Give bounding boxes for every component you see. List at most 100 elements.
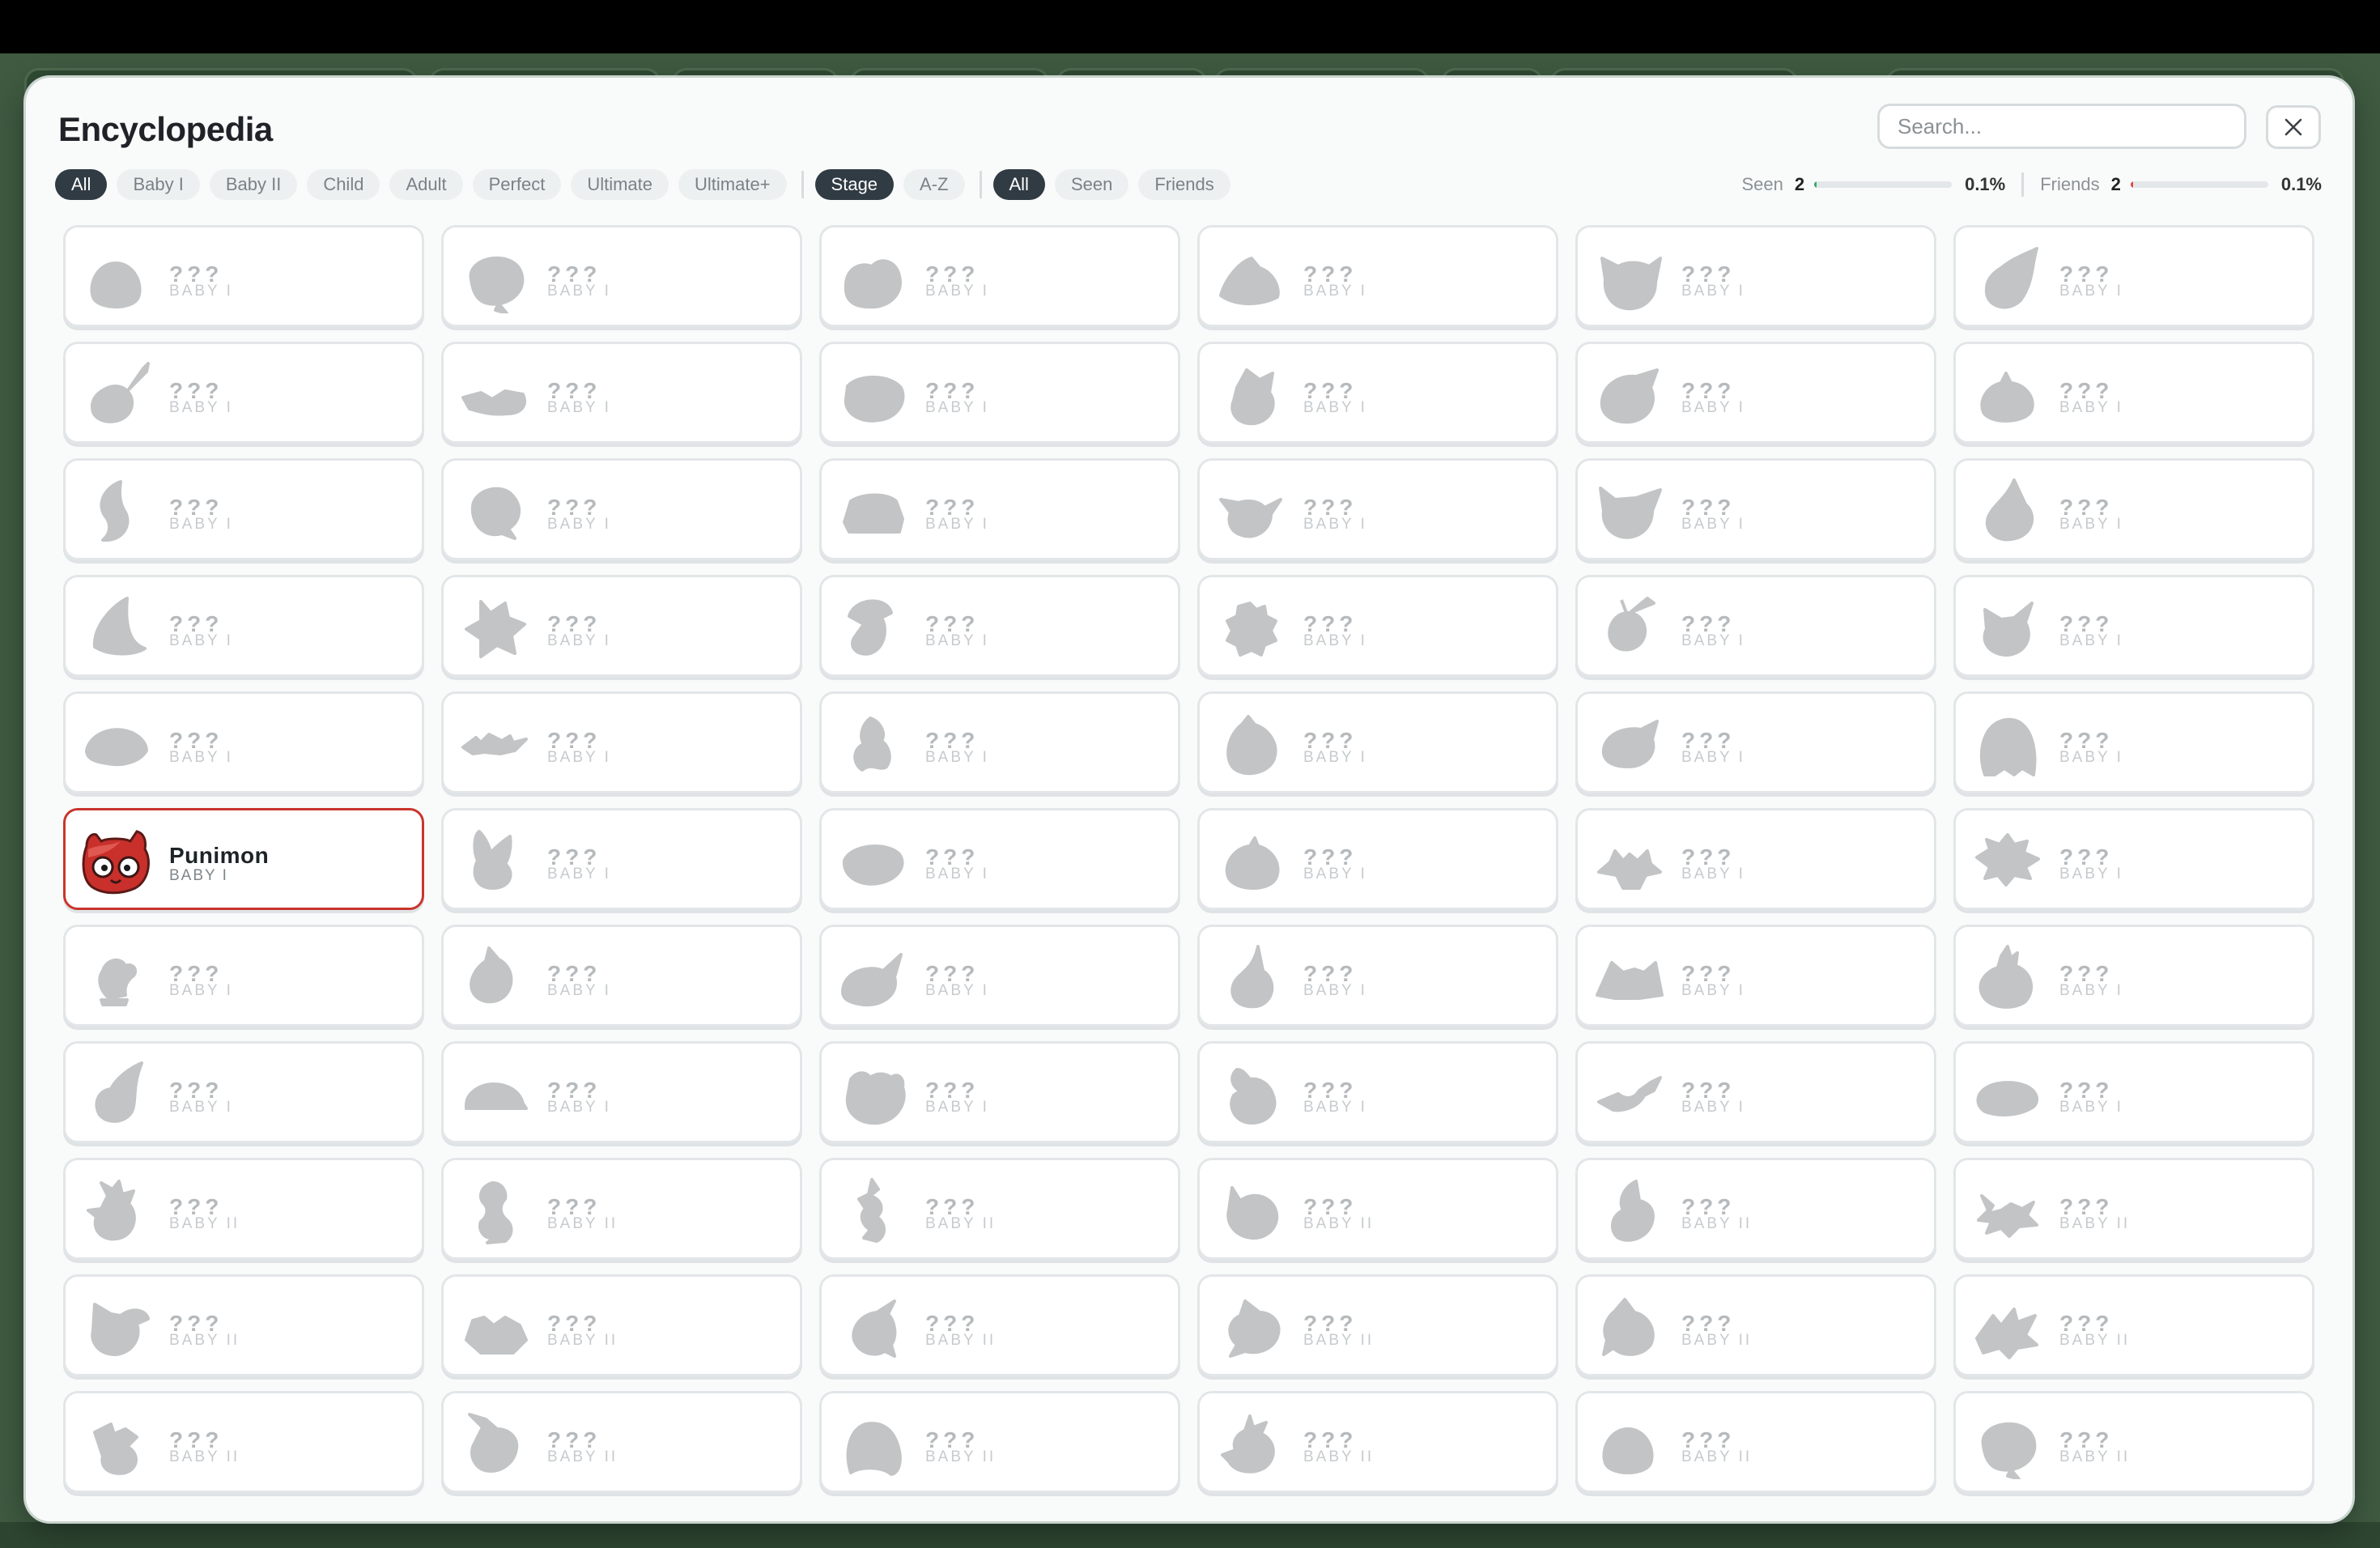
entry-stage: BABY II bbox=[1681, 1448, 1753, 1465]
entry-stage: BABY II bbox=[547, 1448, 618, 1465]
entry-card[interactable]: ??? BABY I bbox=[1197, 808, 1558, 910]
entry-card[interactable]: ??? BABY I bbox=[1575, 691, 1936, 793]
entry-stage: BABY I bbox=[2059, 865, 2123, 882]
entry-card[interactable]: ??? BABY I bbox=[1197, 1041, 1558, 1143]
entry-card[interactable]: ??? BABY I bbox=[441, 342, 802, 444]
entry-card[interactable]: ??? BABY I bbox=[63, 342, 424, 444]
entry-stage: BABY I bbox=[169, 982, 233, 999]
entry-card[interactable]: ??? BABY I bbox=[1953, 808, 2314, 910]
close-icon bbox=[2284, 118, 2302, 136]
unknown-silhouette-icon bbox=[1975, 833, 2040, 887]
entry-card[interactable]: ??? BABY I bbox=[1953, 225, 2314, 327]
entry-stage: BABY II bbox=[1303, 1448, 1375, 1465]
entry-card[interactable]: ??? BABY I bbox=[1197, 691, 1558, 793]
entry-stage: BABY I bbox=[169, 867, 228, 884]
entry-card[interactable]: ??? BABY I bbox=[441, 808, 802, 910]
entry-card[interactable]: ??? BABY I bbox=[1197, 225, 1558, 327]
entry-card[interactable]: ??? BABY I bbox=[819, 458, 1180, 560]
entry-card[interactable]: ??? BABY II bbox=[1575, 1391, 1936, 1493]
entry-card[interactable]: ??? BABY I bbox=[441, 1041, 802, 1143]
entry-stage: BABY I bbox=[547, 749, 611, 766]
entry-card[interactable]: ??? BABY II bbox=[819, 1158, 1180, 1260]
entry-card[interactable]: ??? BABY II bbox=[441, 1274, 802, 1376]
stage-chip-baby-i[interactable]: Baby I bbox=[117, 169, 200, 200]
entry-card[interactable]: ??? BABY II bbox=[1953, 1274, 2314, 1376]
entry-card[interactable]: ??? BABY I bbox=[819, 225, 1180, 327]
show-chip-seen[interactable]: Seen bbox=[1054, 169, 1129, 200]
entry-card[interactable]: ??? BABY II bbox=[63, 1391, 424, 1493]
search-input[interactable] bbox=[1877, 104, 2246, 149]
entry-card[interactable]: ??? BABY I bbox=[63, 575, 424, 677]
unknown-silhouette-icon bbox=[1981, 1422, 2037, 1479]
entry-card[interactable]: ??? BABY I bbox=[1575, 225, 1936, 327]
entry-card[interactable]: ??? BABY I bbox=[441, 458, 802, 560]
entry-card[interactable]: ??? BABY II bbox=[441, 1158, 802, 1260]
stage-chip-perfect[interactable]: Perfect bbox=[472, 169, 562, 200]
entry-card[interactable]: ??? BABY I bbox=[1953, 691, 2314, 793]
entry-card[interactable]: ??? BABY I bbox=[63, 458, 424, 560]
entry-card[interactable]: ??? BABY I bbox=[1953, 1041, 2314, 1143]
entry-card[interactable]: ??? BABY I bbox=[63, 925, 424, 1027]
entry-card[interactable]: ??? BABY II bbox=[1575, 1274, 1936, 1376]
entry-card[interactable]: ??? BABY I bbox=[1197, 342, 1558, 444]
entry-card[interactable]: ??? BABY I bbox=[819, 575, 1180, 677]
entry-card[interactable]: ??? BABY II bbox=[1197, 1274, 1558, 1376]
stage-chip-all[interactable]: All bbox=[55, 169, 108, 200]
stage-chip-ultimate[interactable]: Ultimate+ bbox=[678, 169, 787, 200]
entry-card[interactable]: ??? BABY I bbox=[1953, 458, 2314, 560]
friends-percent: 0.1% bbox=[2280, 174, 2322, 194]
entry-card[interactable]: ??? BABY II bbox=[441, 1391, 802, 1493]
entry-card[interactable]: ??? BABY I bbox=[1197, 575, 1558, 677]
show-chip-all[interactable]: All bbox=[992, 169, 1045, 200]
entry-card[interactable]: ??? BABY I bbox=[441, 225, 802, 327]
sort-chip-stage[interactable]: Stage bbox=[814, 169, 895, 200]
entry-card[interactable]: ??? BABY I bbox=[441, 575, 802, 677]
entry-card[interactable]: ??? BABY I bbox=[1197, 458, 1558, 560]
close-button[interactable] bbox=[2266, 105, 2321, 149]
entry-card-punimon[interactable]: Punimon BABY I bbox=[63, 808, 424, 910]
entry-card[interactable]: ??? BABY I bbox=[1575, 575, 1936, 677]
entry-card[interactable]: ??? BABY I bbox=[441, 925, 802, 1027]
entry-card[interactable]: ??? BABY II bbox=[1953, 1158, 2314, 1260]
entry-card[interactable]: ??? BABY I bbox=[819, 342, 1180, 444]
entry-card[interactable]: ??? BABY I bbox=[1575, 342, 1936, 444]
unknown-silhouette-icon bbox=[461, 389, 526, 416]
entry-card[interactable]: ??? BABY I bbox=[1575, 925, 1936, 1027]
entry-card[interactable]: ??? BABY I bbox=[1953, 575, 2314, 677]
entry-card[interactable]: ??? BABY I bbox=[819, 691, 1180, 793]
entry-card[interactable]: ??? BABY I bbox=[63, 225, 424, 327]
entry-card[interactable]: ??? BABY I bbox=[63, 1041, 424, 1143]
unknown-silhouette-icon bbox=[1977, 1194, 2038, 1238]
entry-card[interactable]: ??? BABY I bbox=[63, 691, 424, 793]
entry-card[interactable]: ??? BABY II bbox=[819, 1274, 1180, 1376]
unknown-silhouette-icon bbox=[465, 600, 526, 658]
entry-card[interactable]: ??? BABY II bbox=[63, 1274, 424, 1376]
entry-card[interactable]: ??? BABY II bbox=[1575, 1158, 1936, 1260]
unknown-silhouette-icon bbox=[1980, 372, 2034, 423]
entry-card[interactable]: ??? BABY I bbox=[441, 691, 802, 793]
entry-card[interactable]: ??? BABY I bbox=[1575, 808, 1936, 910]
entry-card[interactable]: ??? BABY II bbox=[1197, 1391, 1558, 1493]
entry-card[interactable]: ??? BABY II bbox=[1197, 1158, 1558, 1260]
stage-chip-child[interactable]: Child bbox=[307, 169, 380, 200]
unknown-silhouette-icon bbox=[845, 1071, 906, 1125]
entry-card[interactable]: ??? BABY II bbox=[819, 1391, 1180, 1493]
entry-card[interactable]: ??? BABY I bbox=[1575, 1041, 1936, 1143]
stage-chip-baby-ii[interactable]: Baby II bbox=[209, 169, 298, 200]
entry-card[interactable]: ??? BABY II bbox=[1953, 1391, 2314, 1493]
entry-stage: BABY I bbox=[547, 399, 611, 416]
show-chip-friends[interactable]: Friends bbox=[1138, 169, 1230, 200]
entry-card[interactable]: ??? BABY I bbox=[1575, 458, 1936, 560]
stage-chip-ultimate[interactable]: Ultimate bbox=[571, 169, 669, 200]
sort-chip-a-z[interactable]: A-Z bbox=[903, 169, 965, 200]
entry-card[interactable]: ??? BABY I bbox=[1197, 925, 1558, 1027]
stage-chip-adult[interactable]: Adult bbox=[389, 169, 463, 200]
entry-card[interactable]: ??? BABY I bbox=[1953, 342, 2314, 444]
entry-card[interactable]: ??? BABY I bbox=[819, 1041, 1180, 1143]
entry-stage: BABY I bbox=[925, 399, 989, 416]
entry-card[interactable]: ??? BABY I bbox=[1953, 925, 2314, 1027]
entry-card[interactable]: ??? BABY I bbox=[819, 808, 1180, 910]
unknown-silhouette-icon bbox=[465, 1082, 528, 1110]
entry-card[interactable]: ??? BABY II bbox=[63, 1158, 424, 1260]
entry-card[interactable]: ??? BABY I bbox=[819, 925, 1180, 1027]
